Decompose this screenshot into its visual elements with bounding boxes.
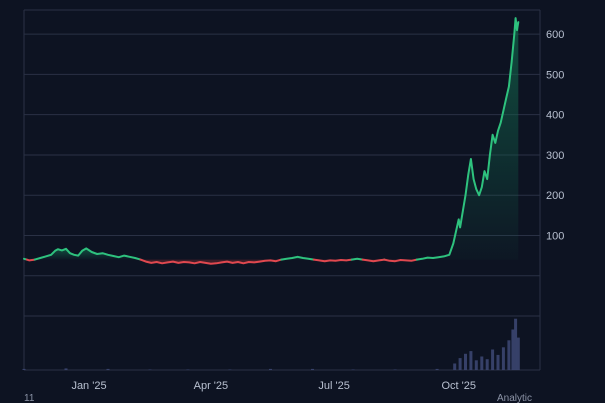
volume-bar-1 bbox=[64, 368, 68, 370]
volume-bar-9 bbox=[393, 369, 397, 370]
x-tick-label-2: Jul '25 bbox=[318, 380, 349, 392]
volume-bar-24 bbox=[516, 337, 520, 370]
x-tick-label-1: Apr '25 bbox=[194, 380, 229, 392]
volume-bar-6 bbox=[269, 368, 272, 370]
y-tick-label-600: 600 bbox=[546, 29, 564, 41]
volume-bar-7 bbox=[311, 368, 314, 370]
volume-bar-12 bbox=[458, 358, 462, 370]
footer-right-label: Analytic bbox=[497, 393, 532, 403]
volume-bar-8 bbox=[351, 369, 355, 370]
volume-bar-21 bbox=[507, 340, 511, 370]
x-tick-label-3: Oct '25 bbox=[441, 380, 476, 392]
line-segment-down-9 bbox=[383, 258, 418, 263]
volume-bar-4 bbox=[186, 369, 190, 370]
volume-bar-10 bbox=[435, 368, 439, 370]
line-segment-down-1 bbox=[25, 258, 36, 262]
y-tick-label-400: 400 bbox=[546, 110, 564, 122]
volume-bar-15 bbox=[474, 360, 478, 370]
volume-bar-14 bbox=[469, 351, 473, 370]
price-chart: 100 200 300 400 500 600 Jan '25 Apr '25 Jul '25… bbox=[0, 0, 605, 403]
volume-bar-23 bbox=[514, 318, 518, 370]
volume-bar-18 bbox=[491, 349, 495, 370]
volume-bar-19 bbox=[496, 354, 500, 370]
y-tick-label-200: 200 bbox=[546, 190, 564, 202]
volume-bar-5 bbox=[228, 369, 232, 370]
footer-left-label: 11 bbox=[24, 393, 35, 403]
volume-bar-17 bbox=[485, 359, 489, 370]
volume-bar-22 bbox=[511, 329, 515, 370]
volume-bar-13 bbox=[464, 353, 467, 370]
y-tick-label-100: 100 bbox=[546, 230, 564, 242]
price-chart-svg: 100 200 300 400 500 600 Jan '25 Apr '25 Jul '25… bbox=[0, 0, 605, 403]
volume-bar-11 bbox=[453, 363, 457, 370]
y-tick-label-500: 500 bbox=[546, 69, 564, 81]
volume-bar-0 bbox=[22, 368, 26, 370]
volume-bar-16 bbox=[480, 356, 484, 370]
line-segment-up-6 bbox=[350, 257, 364, 261]
volume-bar-3 bbox=[148, 369, 152, 370]
volume-bar-20 bbox=[501, 347, 505, 370]
x-tick-label-0: Jan '25 bbox=[71, 380, 106, 392]
volume-bar-2 bbox=[106, 368, 110, 370]
y-tick-label-300: 300 bbox=[546, 150, 564, 162]
line-segment-down-5 bbox=[312, 258, 353, 263]
